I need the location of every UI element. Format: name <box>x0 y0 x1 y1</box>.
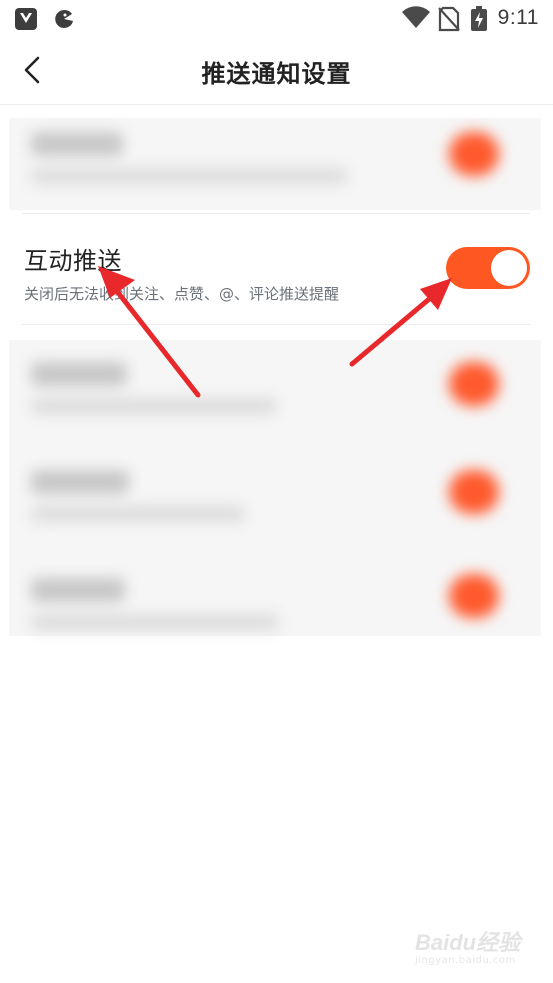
watermark-brand: Baidu经验 <box>415 930 521 955</box>
toggle-knob <box>491 250 527 286</box>
interactive-push-setting-row: 互动推送 关闭后无法收到关注、点赞、@、评论推送提醒 <box>0 214 553 324</box>
blurred-setting-row <box>9 448 541 556</box>
app-y-icon <box>15 8 37 30</box>
setting-description: 关闭后无法收到关注、点赞、@、评论推送提醒 <box>24 285 340 303</box>
top-navigation-bar: 推送通知设置 <box>0 38 553 105</box>
no-sim-icon <box>438 6 460 32</box>
app-pacman-icon <box>55 9 73 28</box>
blurred-setting-row <box>9 110 541 218</box>
blurred-setting-row <box>9 340 541 448</box>
clock-time: 9:11 <box>497 6 539 29</box>
battery-charging-icon <box>471 6 487 31</box>
baidu-jingyan-watermark: Baidu经验 jingyan.baidu.com <box>415 925 525 971</box>
row-divider <box>22 324 530 325</box>
setting-title: 互动推送 <box>24 247 122 275</box>
watermark-domain: jingyan.baidu.com <box>415 955 516 966</box>
page-title: 推送通知设置 <box>201 60 352 88</box>
status-bar: 9:11 <box>0 0 553 38</box>
blurred-setting-block-top <box>9 118 541 210</box>
wifi-icon <box>402 6 430 28</box>
blurred-setting-block-bottom <box>9 340 541 636</box>
interactive-push-toggle[interactable] <box>446 247 530 289</box>
blurred-setting-row <box>9 556 541 664</box>
